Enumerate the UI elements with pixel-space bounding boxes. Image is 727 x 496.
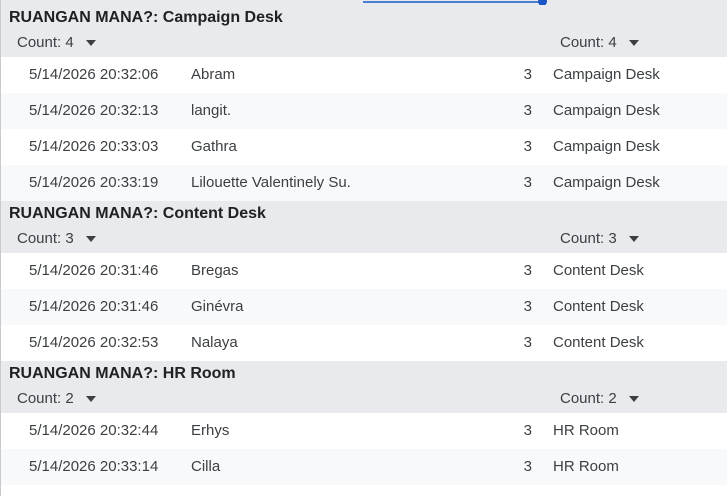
- value-cell: 3: [523, 138, 532, 155]
- timestamp-cell: 5/14/2026 20:33:14: [29, 458, 159, 475]
- count-dropdown-left[interactable]: Count: 4: [17, 34, 96, 51]
- value-cell: 3: [523, 334, 532, 351]
- count-dropdown-right[interactable]: Count: 3: [560, 230, 639, 247]
- count-label: Count: 2: [17, 390, 74, 407]
- timestamp-cell: 5/14/2026 20:32:53: [29, 334, 159, 351]
- table-body: RUANGAN MANA?: Campaign Desk Count: 4 Co…: [1, 5, 727, 485]
- room-cell: HR Room: [553, 458, 619, 475]
- name-cell: langit.: [191, 102, 232, 119]
- timestamp-cell: 5/14/2026 20:31:46: [29, 298, 159, 315]
- count-label: Count: 2: [560, 390, 617, 407]
- table-row[interactable]: 5/14/2026 20:32:06 Abram 3 Campaign Desk: [1, 57, 727, 93]
- name-cell: Gathra: [191, 138, 237, 155]
- room-cell: Content Desk: [553, 334, 644, 351]
- selection-indicator: [363, 1, 543, 3]
- grouped-table-view: RUANGAN MANA?: Campaign Desk Count: 4 Co…: [0, 0, 727, 496]
- room-cell: Campaign Desk: [553, 138, 660, 155]
- room-cell: HR Room: [553, 422, 619, 439]
- group-title: RUANGAN MANA?: Content Desk: [9, 205, 266, 222]
- room-cell: Content Desk: [553, 298, 644, 315]
- value-cell: 3: [523, 298, 532, 315]
- chevron-down-icon[interactable]: [628, 39, 639, 46]
- chevron-down-icon[interactable]: [85, 39, 96, 46]
- group-title: RUANGAN MANA?: HR Room: [9, 365, 236, 382]
- count-label: Count: 4: [17, 34, 74, 51]
- timestamp-cell: 5/14/2026 20:32:44: [29, 422, 159, 439]
- count-label: Count: 4: [560, 34, 617, 51]
- count-dropdown-left[interactable]: Count: 3: [17, 230, 96, 247]
- table-row[interactable]: 5/14/2026 20:32:53 Nalaya 3 Content Desk: [1, 325, 727, 361]
- table-row[interactable]: 5/14/2026 20:33:14 Cilla 3 HR Room: [1, 449, 727, 485]
- value-cell: 3: [523, 262, 532, 279]
- name-cell: Erhys: [191, 422, 230, 439]
- count-label: Count: 3: [17, 230, 74, 247]
- name-cell: Bregas: [191, 262, 239, 279]
- name-cell: Lilouette Valentinely Su.: [191, 174, 351, 191]
- name-cell: Abram: [191, 66, 236, 83]
- count-label: Count: 3: [560, 230, 617, 247]
- chevron-down-icon[interactable]: [85, 235, 96, 242]
- chevron-down-icon[interactable]: [628, 395, 639, 402]
- count-dropdown-left[interactable]: Count: 2: [17, 390, 96, 407]
- chevron-down-icon[interactable]: [628, 235, 639, 242]
- group-header-hr-room: RUANGAN MANA?: HR Room Count: 2 Count: 2: [1, 361, 727, 413]
- value-cell: 3: [523, 422, 532, 439]
- value-cell: 3: [523, 66, 532, 83]
- count-dropdown-right[interactable]: Count: 2: [560, 390, 639, 407]
- table-row[interactable]: 5/14/2026 20:33:03 Gathra 3 Campaign Des…: [1, 129, 727, 165]
- value-cell: 3: [523, 458, 532, 475]
- name-cell: Nalaya: [191, 334, 238, 351]
- count-dropdown-right[interactable]: Count: 4: [560, 34, 639, 51]
- timestamp-cell: 5/14/2026 20:31:46: [29, 262, 159, 279]
- group-header-content-desk: RUANGAN MANA?: Content Desk Count: 3 Cou…: [1, 201, 727, 253]
- group-header-campaign-desk: RUANGAN MANA?: Campaign Desk Count: 4 Co…: [1, 5, 727, 57]
- timestamp-cell: 5/14/2026 20:33:19: [29, 174, 159, 191]
- chevron-down-icon[interactable]: [85, 395, 96, 402]
- timestamp-cell: 5/14/2026 20:32:06: [29, 66, 159, 83]
- name-cell: Ginévra: [191, 298, 244, 315]
- room-cell: Campaign Desk: [553, 174, 660, 191]
- table-row[interactable]: 5/14/2026 20:32:13 langit. 3 Campaign De…: [1, 93, 727, 129]
- table-row[interactable]: 5/14/2026 20:31:46 Ginévra 3 Content Des…: [1, 289, 727, 325]
- room-cell: Campaign Desk: [553, 102, 660, 119]
- room-cell: Campaign Desk: [553, 66, 660, 83]
- name-cell: Cilla: [191, 458, 221, 475]
- group-title: RUANGAN MANA?: Campaign Desk: [9, 9, 283, 26]
- table-row[interactable]: 5/14/2026 20:32:44 Erhys 3 HR Room: [1, 413, 727, 449]
- timestamp-cell: 5/14/2026 20:33:03: [29, 138, 159, 155]
- value-cell: 3: [523, 174, 532, 191]
- table-row[interactable]: 5/14/2026 20:33:19 Lilouette Valentinely…: [1, 165, 727, 201]
- room-cell: Content Desk: [553, 262, 644, 279]
- table-row[interactable]: 5/14/2026 20:31:46 Bregas 3 Content Desk: [1, 253, 727, 289]
- value-cell: 3: [523, 102, 532, 119]
- timestamp-cell: 5/14/2026 20:32:13: [29, 102, 159, 119]
